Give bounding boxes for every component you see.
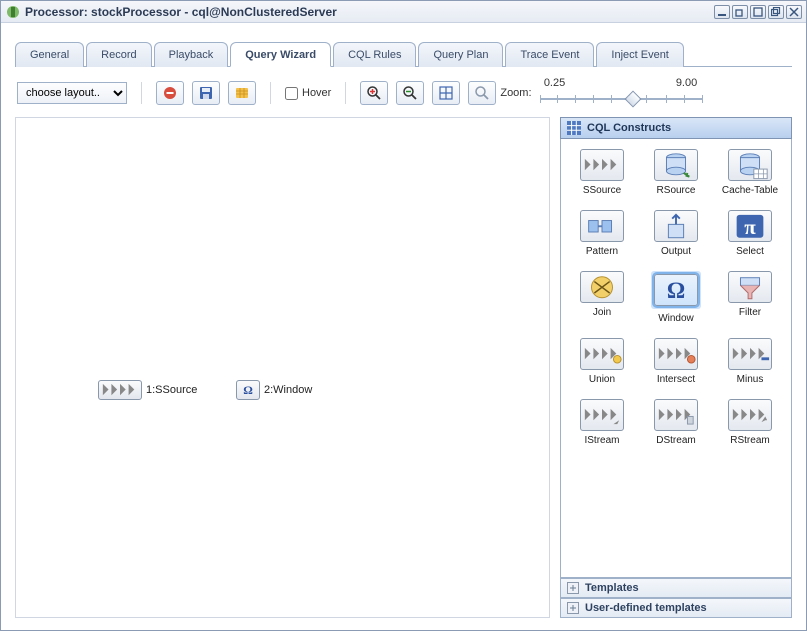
tab-bar: GeneralRecordPlaybackQuery WizardCQL Rul…: [15, 41, 792, 67]
palette-item-label: Filter: [739, 307, 761, 318]
tab-inject-event[interactable]: Inject Event: [596, 42, 683, 67]
zoom-reset-button[interactable]: [468, 81, 496, 105]
palette-item-istream[interactable]: IStream: [567, 397, 637, 448]
filter-icon: [728, 271, 772, 303]
palette-item-window[interactable]: Ω Window: [641, 269, 711, 326]
svg-text:Ω: Ω: [667, 278, 685, 303]
canvas-node-label: 2:Window: [264, 384, 312, 396]
output-icon: [654, 210, 698, 242]
palette-item-label: DStream: [656, 435, 695, 446]
window-buttons: [714, 5, 802, 19]
palette-item-rstream[interactable]: RStream: [715, 397, 785, 448]
pattern-icon: [580, 210, 624, 242]
restore-button[interactable]: [768, 5, 784, 19]
restore-down-button[interactable]: [732, 5, 748, 19]
diagram-canvas[interactable]: 1:SSource Ω 2:Window: [15, 117, 550, 618]
palette-item-label: Cache-Table: [722, 185, 778, 196]
palette-item-minus[interactable]: Minus: [715, 336, 785, 387]
minus-icon: [728, 338, 772, 370]
palette-header-cql[interactable]: CQL Constructs: [560, 117, 792, 139]
palette-item-label: Output: [661, 246, 691, 257]
svg-text:π: π: [744, 215, 756, 239]
app-window: Processor: stockProcessor - cql@NonClust…: [0, 0, 807, 631]
palette-item-label: RStream: [730, 435, 769, 446]
palette-item-pattern[interactable]: Pattern: [567, 208, 637, 259]
zoom-max: 9.00: [672, 77, 702, 89]
collapsed-icon: [567, 602, 579, 614]
palette-item-intersect[interactable]: Intersect: [641, 336, 711, 387]
tab-playback[interactable]: Playback: [154, 42, 229, 67]
zoom-min: 0.25: [540, 77, 570, 89]
canvas-node-ssource[interactable]: 1:SSource: [98, 380, 197, 400]
istream-icon: [580, 399, 624, 431]
palette-item-filter[interactable]: Filter: [715, 269, 785, 326]
palette-item-join[interactable]: Join: [567, 269, 637, 326]
hover-checkbox[interactable]: Hover: [285, 87, 331, 100]
zoom-fit-button[interactable]: [432, 81, 460, 105]
clear-button[interactable]: [228, 81, 256, 105]
app-icon: [5, 4, 21, 20]
palette-item-label: Window: [658, 313, 694, 324]
canvas-node-label: 1:SSource: [146, 384, 197, 396]
window-icon: Ω: [654, 274, 698, 306]
zoom-control: Zoom: 0.25 9.00: [500, 77, 701, 109]
cachetable-icon: [728, 149, 772, 181]
join-icon: [580, 271, 624, 303]
tab-record[interactable]: Record: [86, 42, 151, 67]
select-icon: π: [728, 210, 772, 242]
hover-checkbox-input[interactable]: [285, 87, 298, 100]
palette-item-label: Pattern: [586, 246, 618, 257]
palette-title: CQL Constructs: [587, 122, 671, 134]
save-button[interactable]: [192, 81, 220, 105]
dstream-icon: [654, 399, 698, 431]
tab-cql-rules[interactable]: CQL Rules: [333, 42, 416, 67]
palette-item-output[interactable]: Output: [641, 208, 711, 259]
zoom-out-button[interactable]: [396, 81, 424, 105]
palette-item-union[interactable]: Union: [567, 336, 637, 387]
tab-query-wizard[interactable]: Query Wizard: [230, 42, 331, 67]
svg-text:Ω: Ω: [243, 383, 253, 397]
tab-query-plan[interactable]: Query Plan: [418, 42, 503, 67]
palette-item-cachetable[interactable]: Cache-Table: [715, 147, 785, 198]
palette-item-label: Intersect: [657, 374, 695, 385]
grid-icon: [567, 121, 581, 135]
close-button[interactable]: [786, 5, 802, 19]
rstream-icon: [728, 399, 772, 431]
palette-item-label: SSource: [583, 185, 621, 196]
palette-item-label: Join: [593, 307, 611, 318]
layout-select[interactable]: choose layout..: [17, 82, 127, 104]
zoom-slider[interactable]: [540, 89, 702, 109]
tab-trace-event[interactable]: Trace Event: [505, 42, 594, 67]
minimize-button[interactable]: [714, 5, 730, 19]
palette-item-rsource[interactable]: RSource: [641, 147, 711, 198]
palette-item-label: Select: [736, 246, 764, 257]
tab-general[interactable]: General: [15, 42, 84, 67]
maximize-button[interactable]: [750, 5, 766, 19]
window-title: Processor: stockProcessor - cql@NonClust…: [25, 5, 714, 19]
ssource-icon: [98, 380, 142, 400]
palette-item-label: Minus: [737, 374, 764, 385]
intersect-icon: [654, 338, 698, 370]
ssource-icon: [580, 149, 624, 181]
palette-header-user-templates[interactable]: User-defined templates: [560, 598, 792, 618]
palette: CQL Constructs SSource RSource Cache-Table…: [560, 117, 792, 618]
titlebar: Processor: stockProcessor - cql@NonClust…: [1, 1, 806, 23]
palette-item-dstream[interactable]: DStream: [641, 397, 711, 448]
palette-item-select[interactable]: π Select: [715, 208, 785, 259]
zoom-label: Zoom:: [500, 87, 531, 99]
palette-item-label: IStream: [584, 435, 619, 446]
window-icon: Ω: [236, 380, 260, 400]
palette-item-label: Union: [589, 374, 615, 385]
delete-button[interactable]: [156, 81, 184, 105]
palette-header-templates[interactable]: Templates: [560, 578, 792, 598]
palette-item-label: RSource: [657, 185, 696, 196]
collapsed-icon: [567, 582, 579, 594]
union-icon: [580, 338, 624, 370]
canvas-node-window[interactable]: Ω 2:Window: [236, 380, 312, 400]
toolbar: choose layout.. Hover Zoom: [15, 67, 792, 117]
rsource-icon: [654, 149, 698, 181]
palette-item-ssource[interactable]: SSource: [567, 147, 637, 198]
zoom-in-button[interactable]: [360, 81, 388, 105]
hover-label: Hover: [302, 87, 331, 99]
